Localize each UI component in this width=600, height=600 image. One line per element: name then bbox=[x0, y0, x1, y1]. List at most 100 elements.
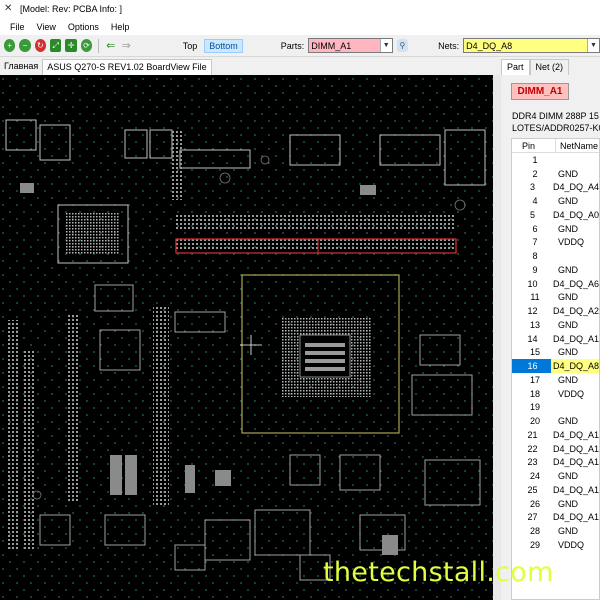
net-name: D4_DQ_A1 bbox=[552, 512, 599, 523]
pin-number: 5 bbox=[529, 209, 535, 220]
board-view-canvas[interactable] bbox=[0, 75, 493, 600]
chevron-down-icon[interactable]: ▼ bbox=[379, 39, 392, 52]
pin-number: 18 bbox=[529, 388, 540, 399]
pin-table: Pin NetName 1 2 GND 3 D4_DQ_A4 4 GND 5 D4_DQ_A0 6… bbox=[511, 138, 600, 600]
net-name: GND bbox=[558, 416, 578, 427]
document-tabs: Главная ASUS Q270-S REV1.02 BoardView Fi… bbox=[0, 58, 500, 75]
app-icon: ✕ bbox=[4, 3, 13, 14]
pin-number: 26 bbox=[529, 498, 540, 509]
parts-combo[interactable]: DIMM_A1 ▼ bbox=[308, 38, 393, 53]
table-row[interactable]: 25 D4_DQ_A1 bbox=[512, 483, 599, 497]
pin-number: 24 bbox=[529, 471, 540, 482]
parts-value: DIMM_A1 bbox=[311, 40, 352, 51]
table-row[interactable]: 16 D4_DQ_A8 bbox=[512, 359, 599, 373]
net-name: GND bbox=[558, 264, 578, 275]
table-row[interactable]: 13 GND bbox=[512, 318, 599, 332]
table-row[interactable]: 8 bbox=[512, 249, 599, 263]
tab-part[interactable]: Part bbox=[501, 59, 530, 75]
nets-combo[interactable]: D4_DQ_A8 ▼ bbox=[463, 38, 600, 53]
net-name: GND bbox=[558, 526, 578, 537]
pin-number: 22 bbox=[527, 443, 538, 454]
table-row[interactable]: 20 GND bbox=[512, 414, 599, 428]
table-row[interactable]: 23 D4_DQ_A1 bbox=[512, 456, 599, 470]
search-icon[interactable]: ⚲ bbox=[396, 39, 409, 52]
zoom-out-icon[interactable]: − bbox=[19, 39, 31, 52]
pin-number: 7 bbox=[532, 237, 538, 248]
col-netname[interactable]: NetName bbox=[556, 141, 598, 151]
col-pin[interactable]: Pin bbox=[512, 139, 556, 152]
menu-view[interactable]: View bbox=[31, 22, 62, 32]
table-row[interactable]: 6 GND bbox=[512, 222, 599, 236]
pin-number: 14 bbox=[527, 333, 538, 344]
tab-home[interactable]: Главная bbox=[0, 59, 43, 75]
table-row[interactable]: 26 GND bbox=[512, 497, 599, 511]
table-row[interactable]: 15 GND bbox=[512, 346, 599, 360]
pin-number: 16 bbox=[527, 361, 538, 372]
table-row[interactable]: 10 D4_DQ_A6 bbox=[512, 277, 599, 291]
tab-boardview-file[interactable]: ASUS Q270-S REV1.02 BoardView File bbox=[42, 59, 212, 75]
table-row[interactable]: 4 GND bbox=[512, 194, 599, 208]
board-scrollbar[interactable] bbox=[493, 75, 501, 600]
pcb-drawing bbox=[0, 75, 493, 600]
pin-number: 28 bbox=[529, 526, 540, 537]
table-row[interactable]: 12 D4_DQ_A2 bbox=[512, 304, 599, 318]
back-arrow-icon[interactable]: ⇐ bbox=[105, 39, 116, 52]
net-name: D4_DQ_A8 bbox=[550, 359, 599, 373]
menu-options[interactable]: Options bbox=[62, 22, 105, 32]
table-row[interactable]: 1 bbox=[512, 153, 599, 167]
table-row[interactable]: 22 D4_DQ_A1 bbox=[512, 442, 599, 456]
tab-net[interactable]: Net (2) bbox=[529, 59, 570, 75]
table-row[interactable]: 21 D4_DQ_A1 bbox=[512, 428, 599, 442]
pin-table-body: 1 2 GND 3 D4_DQ_A4 4 GND 5 D4_DQ_A0 6 GND 7 VDDQ 8 9 GN… bbox=[512, 153, 599, 552]
fit-icon[interactable]: ⤢ bbox=[50, 39, 62, 52]
table-row[interactable]: 9 GND bbox=[512, 263, 599, 277]
pin-number: 13 bbox=[529, 319, 540, 330]
pin-number: 1 bbox=[532, 154, 538, 165]
table-row[interactable]: 3 D4_DQ_A4 bbox=[512, 181, 599, 195]
layer-top-button[interactable]: Top bbox=[178, 39, 203, 53]
table-row[interactable]: 24 GND bbox=[512, 469, 599, 483]
side-tabs: Part Net (2) bbox=[501, 58, 600, 75]
pin-number: 19 bbox=[529, 402, 540, 413]
center-icon[interactable]: ✛ bbox=[65, 39, 77, 52]
table-row[interactable]: 17 GND bbox=[512, 373, 599, 387]
table-row[interactable]: 2 GND bbox=[512, 167, 599, 181]
table-row[interactable]: 18 VDDQ bbox=[512, 387, 599, 401]
net-name: D4_DQ_A1 bbox=[552, 484, 599, 495]
zoom-in-icon[interactable]: + bbox=[4, 39, 16, 52]
table-row[interactable]: 27 D4_DQ_A1 bbox=[512, 511, 599, 525]
table-row[interactable]: 14 D4_DQ_A1 bbox=[512, 332, 599, 346]
net-name: GND bbox=[558, 292, 578, 303]
chevron-down-icon[interactable]: ▼ bbox=[586, 39, 599, 52]
side-panel: Part Net (2) DIMM_A1 DDR4 DIMM 288P 15 L… bbox=[501, 58, 600, 600]
toolbar-separator bbox=[98, 38, 100, 53]
net-name: GND bbox=[558, 374, 578, 385]
layer-bottom-button[interactable]: Bottom bbox=[204, 38, 243, 53]
pin-number: 15 bbox=[529, 347, 540, 358]
pin-number: 25 bbox=[527, 484, 538, 495]
part-desc-line2: LOTES/ADDR0257-K0 bbox=[512, 123, 600, 133]
refresh-icon[interactable]: ⟳ bbox=[80, 39, 93, 52]
table-row[interactable]: 19 bbox=[512, 401, 599, 415]
table-row[interactable]: 7 VDDQ bbox=[512, 236, 599, 250]
table-row[interactable]: 11 GND bbox=[512, 291, 599, 305]
table-row[interactable]: 28 GND bbox=[512, 524, 599, 538]
table-row[interactable]: 5 D4_DQ_A0 bbox=[512, 208, 599, 222]
net-name: GND bbox=[558, 319, 578, 330]
menu-help[interactable]: Help bbox=[105, 22, 136, 32]
rotate-icon[interactable]: ↻ bbox=[34, 39, 47, 52]
menu-file[interactable]: File bbox=[4, 22, 31, 32]
part-description: DDR4 DIMM 288P 15 LOTES/ADDR0257-K0 bbox=[512, 110, 600, 134]
toolbar: + − ↻ ⤢ ✛ ⟳ ⇐ ⇒ Top Bottom Parts: DIMM_A… bbox=[0, 35, 600, 57]
forward-arrow-icon[interactable]: ⇒ bbox=[120, 39, 131, 52]
net-name: D4_DQ_A2 bbox=[552, 306, 599, 317]
pin-number: 3 bbox=[529, 182, 535, 193]
net-name: GND bbox=[558, 498, 578, 509]
net-name: D4_DQ_A1 bbox=[552, 443, 599, 454]
table-row[interactable]: 29 VDDQ bbox=[512, 538, 599, 552]
pin-number: 23 bbox=[527, 457, 538, 468]
net-name: D4_DQ_A0 bbox=[552, 209, 599, 220]
pin-number: 27 bbox=[527, 512, 538, 523]
pin-number: 29 bbox=[529, 539, 540, 550]
title-bar: ✕ [Model: Rev: PCBA Info: ] bbox=[0, 0, 600, 18]
